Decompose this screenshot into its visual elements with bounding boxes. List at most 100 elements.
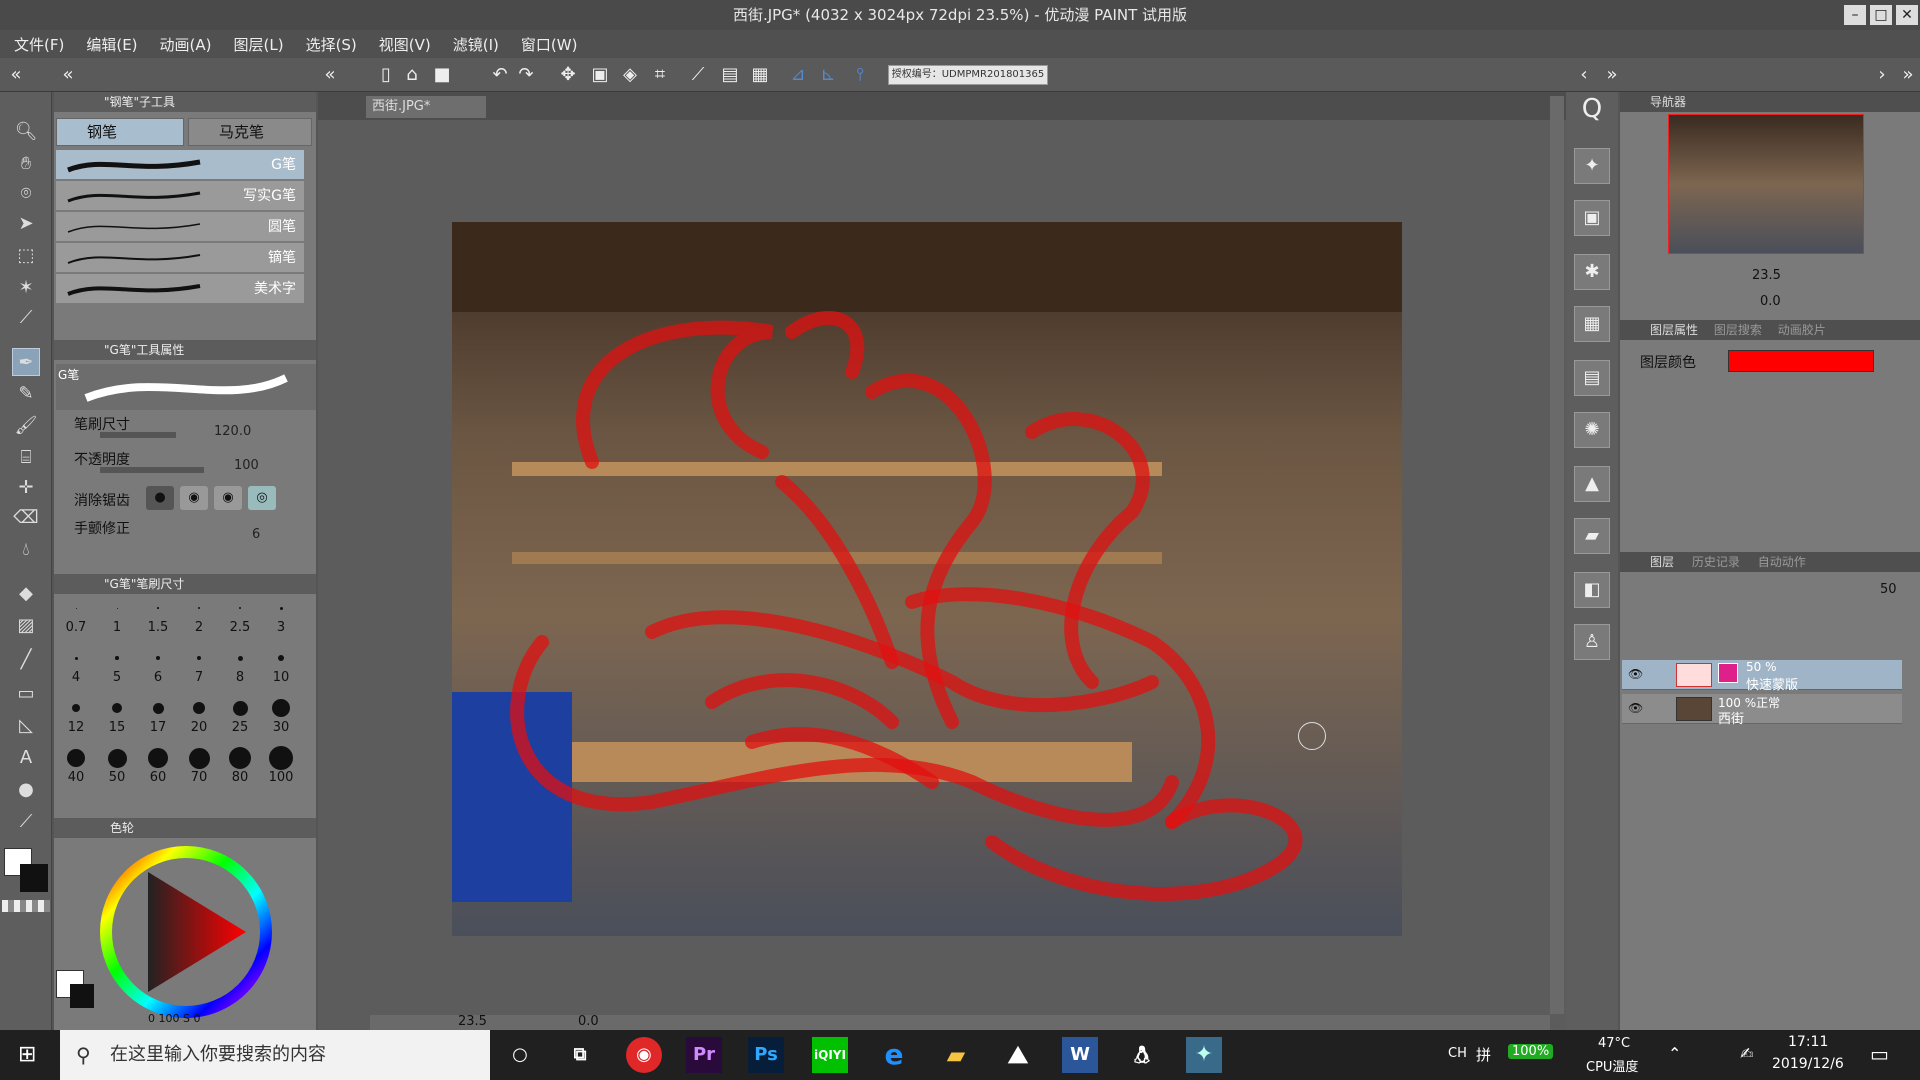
- layer-opacity-value[interactable]: 50: [1880, 582, 1897, 597]
- tab-navigator[interactable]: 导航器: [1650, 95, 1686, 109]
- canvas-zoom-value[interactable]: 23.5: [458, 1014, 487, 1029]
- brush-size-option[interactable]: 2.5: [220, 596, 260, 646]
- sub-color-swatch[interactable]: [20, 864, 48, 892]
- menu-view[interactable]: 视图(V): [379, 34, 431, 55]
- brush-item[interactable]: G笔: [56, 150, 304, 180]
- tab-layers[interactable]: 图层: [1650, 555, 1674, 569]
- frame-tool-icon[interactable]: ▭: [12, 680, 40, 708]
- line-tool-icon[interactable]: ╱: [12, 646, 40, 674]
- vertical-scrollbar[interactable]: [1550, 96, 1564, 1014]
- opacity-slider[interactable]: [100, 467, 204, 473]
- snap-grid-icon[interactable]: ▤: [718, 63, 742, 87]
- selection-icon[interactable]: ▦: [748, 63, 772, 87]
- brush-size-option[interactable]: 80: [220, 746, 260, 796]
- minimize-button[interactable]: –: [1844, 5, 1866, 25]
- ime-indicator[interactable]: 拼: [1476, 1044, 1491, 1065]
- correct-line-tool-icon[interactable]: ⟋: [12, 808, 40, 836]
- stabilization-value[interactable]: 6: [252, 527, 260, 542]
- brush-size-option[interactable]: 6: [138, 646, 178, 696]
- antialias-strong-icon[interactable]: ◎: [248, 486, 276, 510]
- horizontal-scrollbar[interactable]: [370, 1015, 1550, 1031]
- material-3d-icon[interactable]: ◧: [1574, 572, 1610, 608]
- brush-item[interactable]: 美术字: [56, 274, 304, 304]
- ruler-tool-icon[interactable]: ◺: [12, 712, 40, 740]
- collapse-left-icon[interactable]: «: [56, 63, 80, 87]
- brush-size-option[interactable]: 20: [179, 696, 219, 746]
- navigator-rotation[interactable]: 0.0: [1760, 294, 1781, 309]
- antialias-weak-icon[interactable]: ◉: [180, 486, 208, 510]
- material-pose-icon[interactable]: ♙: [1574, 624, 1610, 660]
- navigator-zoom[interactable]: 23.5: [1752, 268, 1781, 283]
- material-icon[interactable]: ✦: [1574, 148, 1610, 184]
- brush-size-slider[interactable]: [100, 432, 176, 438]
- tab-layer-property[interactable]: 图层属性: [1650, 323, 1698, 337]
- transparent-color-swatch[interactable]: [2, 900, 50, 912]
- brush-size-option[interactable]: 15: [97, 696, 137, 746]
- material-effect-icon[interactable]: ✺: [1574, 412, 1610, 448]
- material-monochrome-icon[interactable]: ▤: [1574, 360, 1610, 396]
- brush-item[interactable]: 镝笔: [56, 243, 304, 273]
- brush-tool-icon[interactable]: 🖌︎: [12, 412, 40, 440]
- tab-history[interactable]: 历史记录: [1692, 555, 1740, 569]
- bucket-icon[interactable]: ◈: [618, 63, 642, 87]
- pencil-tool-icon[interactable]: ✎: [12, 380, 40, 408]
- brush-size-option[interactable]: 3: [261, 596, 301, 646]
- brush-item[interactable]: 圆笔: [56, 212, 304, 242]
- brush-size-option[interactable]: 1.5: [138, 596, 178, 646]
- visibility-eye-icon[interactable]: 👁︎: [1628, 701, 1643, 715]
- color-wheel[interactable]: [96, 842, 276, 1022]
- eyedropper-tool-icon[interactable]: ⌾: [12, 180, 40, 208]
- menu-edit[interactable]: 编辑(E): [86, 34, 137, 55]
- menu-animation[interactable]: 动画(A): [160, 34, 212, 55]
- new-file-icon[interactable]: ▯: [374, 63, 398, 87]
- layer-color-swatch[interactable]: [1728, 350, 1874, 372]
- collapse-left-icon[interactable]: «: [318, 63, 342, 87]
- clip-studio-icon[interactable]: ✦: [1186, 1037, 1222, 1073]
- balloon-tool-icon[interactable]: ●: [12, 776, 40, 804]
- brush-size-option[interactable]: 8: [220, 646, 260, 696]
- show-hidden-icons[interactable]: ⌃: [1668, 1044, 1681, 1063]
- brush-size-option[interactable]: 25: [220, 696, 260, 746]
- cpu-temp[interactable]: 47°C: [1598, 1036, 1630, 1051]
- material-background-icon[interactable]: ▲: [1574, 466, 1610, 502]
- material-image-icon[interactable]: ▣: [1574, 200, 1610, 236]
- brush-size-option[interactable]: 100: [261, 746, 301, 796]
- brush-size-option[interactable]: 10: [261, 646, 301, 696]
- brush-size-option[interactable]: 5: [97, 646, 137, 696]
- antialias-medium-icon[interactable]: ◉: [214, 486, 242, 510]
- layer-row[interactable]: 👁︎ 100 %正常 西街: [1622, 694, 1902, 727]
- text-tool-icon[interactable]: A: [12, 744, 40, 772]
- selection-tool-icon[interactable]: ⬚: [12, 242, 40, 270]
- material-tone-icon[interactable]: ▦: [1574, 306, 1610, 342]
- tab-layer-search[interactable]: 图层搜索: [1714, 323, 1762, 337]
- opacity-value[interactable]: 100: [234, 458, 259, 473]
- brush-size-option[interactable]: 50: [97, 746, 137, 796]
- brush-size-option[interactable]: 17: [138, 696, 178, 746]
- hand-tool-icon[interactable]: ✋︎: [12, 150, 40, 178]
- brush-size-option[interactable]: 12: [56, 696, 96, 746]
- file-explorer-icon[interactable]: ▰: [938, 1037, 974, 1073]
- brush-item[interactable]: 写实G笔: [56, 181, 304, 211]
- undo-icon[interactable]: ↶: [488, 63, 512, 87]
- photoshop-icon[interactable]: Ps: [748, 1037, 784, 1073]
- snap-ruler-icon[interactable]: ⊾: [816, 63, 840, 87]
- pen-tray-icon[interactable]: ✍︎: [1740, 1044, 1753, 1063]
- snap-icon[interactable]: ⟋: [686, 63, 710, 87]
- cortana-icon[interactable]: ○: [502, 1037, 538, 1073]
- premiere-icon[interactable]: Pr: [686, 1037, 722, 1073]
- material-object-icon[interactable]: ▰: [1574, 518, 1610, 554]
- tab-auto-action[interactable]: 自动动作: [1758, 555, 1806, 569]
- brush-size-option[interactable]: 1: [97, 596, 137, 646]
- move-tool-icon[interactable]: ➤: [12, 210, 40, 238]
- antialias-none-icon[interactable]: ●: [146, 486, 174, 510]
- brush-size-option[interactable]: 60: [138, 746, 178, 796]
- brush-size-option[interactable]: 7: [179, 646, 219, 696]
- ruler-icon[interactable]: ⊿: [786, 63, 810, 87]
- navigator-thumbnail[interactable]: [1668, 114, 1864, 254]
- dropper-tool-icon[interactable]: ⟋: [12, 304, 40, 332]
- brush-size-value[interactable]: 120.0: [214, 424, 251, 439]
- fill-icon[interactable]: ▣: [588, 63, 612, 87]
- brush-size-option[interactable]: 70: [179, 746, 219, 796]
- transform-icon[interactable]: ✥: [556, 63, 580, 87]
- maximize-button[interactable]: □: [1870, 5, 1892, 25]
